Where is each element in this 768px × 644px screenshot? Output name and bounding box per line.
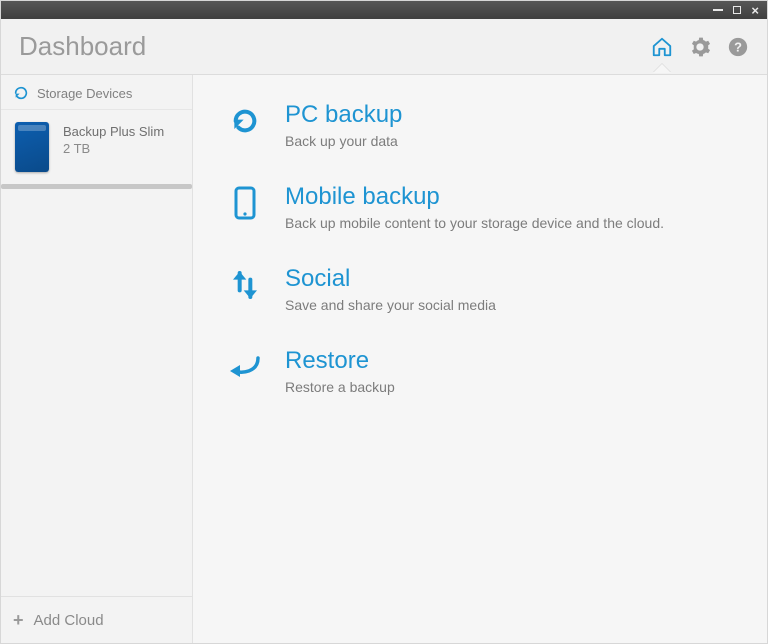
storage-device-item[interactable]: Backup Plus Slim 2 TB bbox=[1, 110, 192, 184]
settings-button[interactable] bbox=[689, 36, 711, 58]
app-body: Storage Devices Backup Plus Slim 2 TB + … bbox=[1, 75, 767, 643]
help-button[interactable]: ? bbox=[727, 36, 749, 58]
action-desc: Save and share your social media bbox=[285, 297, 496, 313]
restore-arrow-icon bbox=[227, 349, 263, 385]
app-header: Dashboard ? bbox=[1, 19, 767, 75]
sidebar: Storage Devices Backup Plus Slim 2 TB + … bbox=[1, 75, 193, 643]
action-restore[interactable]: Restore Restore a backup bbox=[227, 347, 747, 395]
main-panel: PC backup Back up your data Mobile backu… bbox=[193, 75, 767, 643]
action-title: Restore bbox=[285, 347, 395, 375]
device-capacity: 2 TB bbox=[63, 141, 164, 156]
action-desc: Back up mobile content to your storage d… bbox=[285, 215, 664, 231]
action-desc: Back up your data bbox=[285, 133, 402, 149]
gear-icon bbox=[689, 36, 711, 58]
app-window: × Dashboard ? bbox=[0, 0, 768, 644]
refresh-icon bbox=[13, 85, 29, 101]
add-cloud-label: Add Cloud bbox=[34, 612, 104, 629]
maximize-button[interactable] bbox=[733, 6, 741, 14]
minimize-button[interactable] bbox=[713, 9, 723, 11]
close-button[interactable]: × bbox=[751, 4, 759, 17]
add-cloud-button[interactable]: + Add Cloud bbox=[1, 596, 192, 643]
device-name: Backup Plus Slim bbox=[63, 124, 164, 139]
action-title: Mobile backup bbox=[285, 183, 664, 211]
action-pc-backup[interactable]: PC backup Back up your data bbox=[227, 101, 747, 149]
home-button[interactable] bbox=[651, 36, 673, 58]
undo-circle-icon bbox=[227, 103, 263, 139]
plus-icon: + bbox=[13, 611, 24, 629]
mobile-icon bbox=[227, 185, 263, 221]
action-social[interactable]: Social Save and share your social media bbox=[227, 265, 747, 313]
help-icon: ? bbox=[727, 36, 749, 58]
home-icon bbox=[651, 36, 673, 58]
window-titlebar: × bbox=[1, 1, 767, 19]
svg-text:?: ? bbox=[734, 39, 742, 54]
action-desc: Restore a backup bbox=[285, 379, 395, 395]
sidebar-section-label: Storage Devices bbox=[37, 86, 132, 101]
action-title: Social bbox=[285, 265, 496, 293]
sidebar-section-header: Storage Devices bbox=[1, 75, 192, 110]
action-mobile-backup[interactable]: Mobile backup Back up mobile content to … bbox=[227, 183, 747, 231]
page-title: Dashboard bbox=[19, 31, 651, 62]
header-actions: ? bbox=[651, 36, 749, 58]
action-title: PC backup bbox=[285, 101, 402, 129]
sync-arrows-icon bbox=[227, 267, 263, 303]
device-info: Backup Plus Slim 2 TB bbox=[63, 122, 164, 172]
drive-icon bbox=[15, 122, 49, 172]
